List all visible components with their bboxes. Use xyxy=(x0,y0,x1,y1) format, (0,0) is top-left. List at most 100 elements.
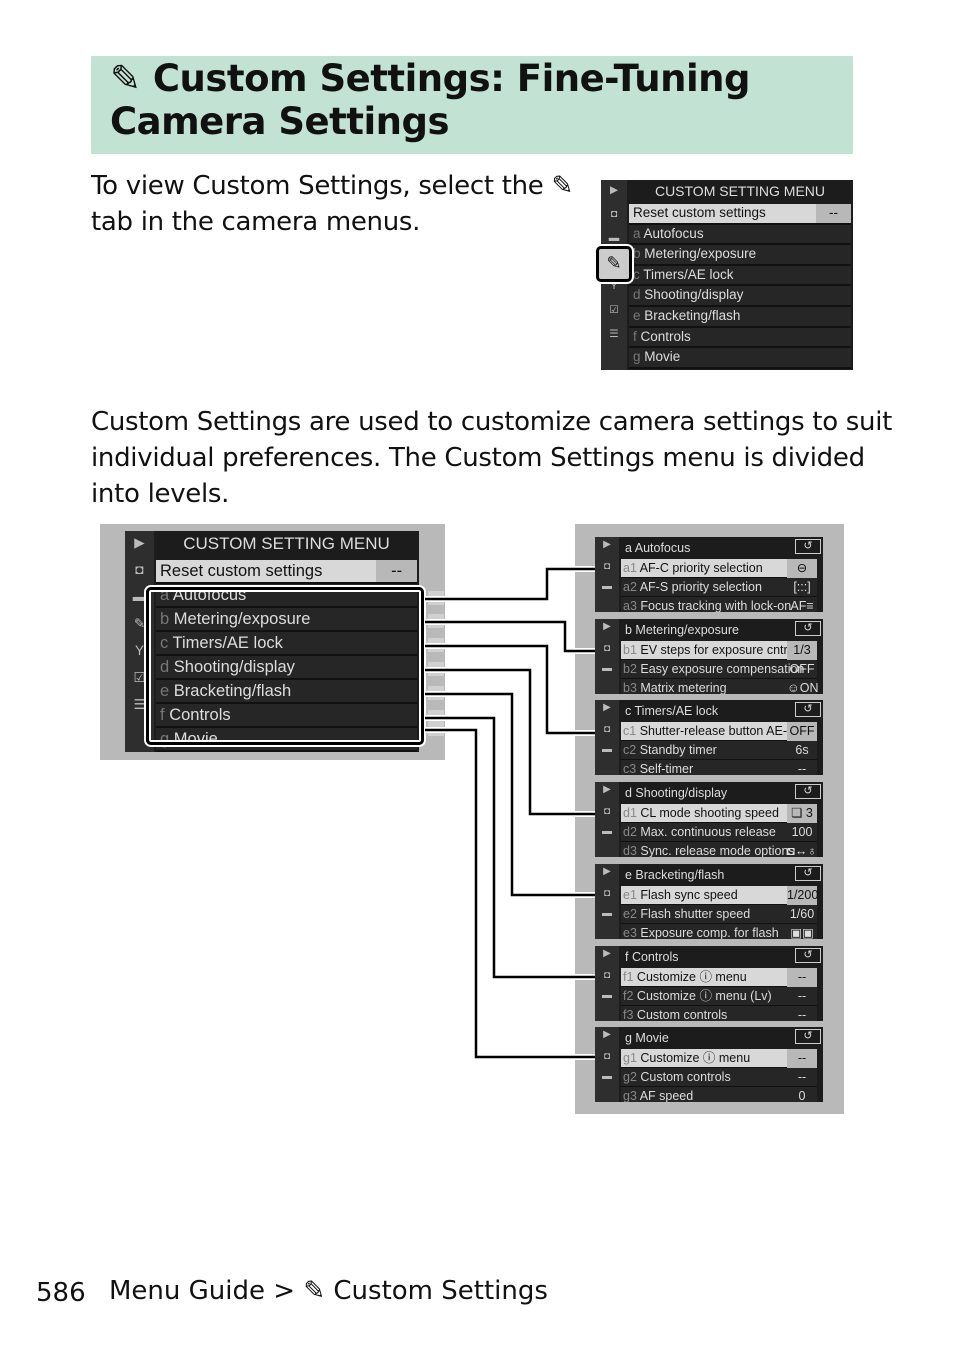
submenu-panel-g: ▶ ◘ ▬ g Movie ↺ g1 Customize ⓘ menu -- g2 Cust… xyxy=(595,1027,823,1102)
submenu-row-f1[interactable]: f1 Customize ⓘ menu -- xyxy=(621,968,817,987)
row-number: b3 xyxy=(623,681,637,694)
row-label: Custom controls xyxy=(640,1070,731,1084)
camera-icon: ◘ xyxy=(603,724,611,735)
movie-icon: ▬ xyxy=(602,1071,612,1082)
row-number: d1 xyxy=(623,806,637,820)
submenu-row-e1[interactable]: e1 Flash sync speed 1/200 xyxy=(621,886,818,905)
submenu-row-d3[interactable]: d3 Sync. release mode options ◘↔♁ xyxy=(621,842,817,857)
movie-icon: ▬ xyxy=(602,663,612,674)
back-icon[interactable]: ↺ xyxy=(795,866,821,881)
submenu-row-g3[interactable]: g3 AF speed 0 xyxy=(621,1087,817,1102)
submenu-row-c3[interactable]: c3 Self-timer -- xyxy=(621,760,817,775)
camera-icon: ◘ xyxy=(603,970,611,981)
row-value: ▣▣ xyxy=(790,926,814,939)
row-value: -- xyxy=(787,968,817,987)
submenu-row-b3[interactable]: b3 Matrix metering ☺ON xyxy=(621,679,819,694)
row-number: c3 xyxy=(623,762,637,775)
submenu-panel-b: ▶ ◘ ▬ b Metering/exposure ↺ b1 EV steps for … xyxy=(595,619,823,694)
submenu-row-b2[interactable]: b2 Easy exposure compensation OFF xyxy=(621,660,817,679)
row-number: d3 xyxy=(623,844,637,857)
row-value: -- xyxy=(797,989,807,1003)
playback-icon: ▶ xyxy=(603,539,611,550)
submenu-row-d2[interactable]: d2 Max. continuous release 100 xyxy=(621,823,817,842)
submenu-panel-d: ▶ ◘ ▬ d Shooting/display ↺ d1 CL mode shooti… xyxy=(595,782,823,857)
breadcrumb-separator: > xyxy=(273,1276,296,1306)
row-value: 100 xyxy=(791,825,813,839)
playback-icon: ▶ xyxy=(603,621,611,632)
panel-title: a Autofocus xyxy=(625,541,691,555)
connector-line-e xyxy=(425,691,595,898)
submenu-row-a2[interactable]: a2 AF-S priority selection [:::] xyxy=(621,578,817,597)
back-icon[interactable]: ↺ xyxy=(795,1029,821,1044)
panel-sidebar: ▶ ◘ ▬ xyxy=(595,537,619,612)
back-icon[interactable]: ↺ xyxy=(795,539,821,554)
row-number: b1 xyxy=(623,643,637,657)
page-number: 586 xyxy=(36,1278,86,1308)
submenu-row-f3[interactable]: f3 Custom controls -- xyxy=(621,1006,817,1021)
row-number: c1 xyxy=(623,724,637,738)
row-number: g2 xyxy=(623,1070,637,1084)
back-icon[interactable]: ↺ xyxy=(795,702,821,717)
back-icon[interactable]: ↺ xyxy=(795,621,821,636)
panel-sidebar: ▶ ◘ ▬ xyxy=(595,946,619,1021)
movie-icon: ▬ xyxy=(602,581,612,592)
submenu-row-f2[interactable]: f2 Customize ⓘ menu (Lv) -- xyxy=(621,987,817,1006)
row-label: CL mode shooting speed xyxy=(640,806,779,820)
back-icon[interactable]: ↺ xyxy=(795,948,821,963)
row-label: AF-S priority selection xyxy=(639,580,762,594)
panel-sidebar: ▶ ◘ ▬ xyxy=(595,782,619,857)
row-number: e3 xyxy=(623,926,637,939)
panel-sidebar: ▶ ◘ ▬ xyxy=(595,619,619,694)
movie-icon: ▬ xyxy=(602,744,612,755)
row-number: f1 xyxy=(623,970,634,984)
row-value: 0 xyxy=(798,1089,806,1102)
row-value: -- xyxy=(797,1070,807,1084)
submenu-row-c1[interactable]: c1 Shutter-release button AE-L OFF xyxy=(621,722,817,741)
row-label: Focus tracking with lock-on xyxy=(640,599,792,612)
row-label: EV steps for exposure cntrl xyxy=(640,643,791,657)
row-value: 1/3 xyxy=(787,641,817,660)
row-number: f3 xyxy=(623,1008,634,1021)
submenu-panel-f: ▶ ◘ ▬ f Controls ↺ f1 Customize ⓘ menu -- f2 C… xyxy=(595,946,823,1021)
movie-icon: ▬ xyxy=(602,908,612,919)
back-icon[interactable]: ↺ xyxy=(795,784,821,799)
submenu-row-e2[interactable]: e2 Flash shutter speed 1/60 xyxy=(621,905,817,924)
pencil-icon: ✎ xyxy=(303,1276,326,1306)
row-label: Max. continuous release xyxy=(640,825,776,839)
row-label: Matrix metering xyxy=(640,681,727,694)
row-number: g1 xyxy=(623,1051,637,1065)
row-value: -- xyxy=(787,1049,817,1068)
submenu-row-a1[interactable]: a1 AF-C priority selection ⊖ xyxy=(621,559,817,578)
submenu-row-a3[interactable]: a3 Focus tracking with lock-on AF≡ xyxy=(621,597,817,612)
playback-icon: ▶ xyxy=(603,1029,611,1040)
row-number: a2 xyxy=(623,580,637,594)
row-value: OFF xyxy=(787,722,817,741)
row-value: ☺ON xyxy=(787,681,819,694)
submenu-row-g1[interactable]: g1 Customize ⓘ menu -- xyxy=(621,1049,817,1068)
submenu-row-e3[interactable]: e3 Exposure comp. for flash ▣▣ xyxy=(621,924,817,939)
row-value: [:::] xyxy=(793,580,811,594)
submenu-row-c2[interactable]: c2 Standby timer 6s xyxy=(621,741,817,760)
submenu-row-g2[interactable]: g2 Custom controls -- xyxy=(621,1068,817,1087)
row-value: ◘↔♁ xyxy=(787,844,817,857)
row-number: a1 xyxy=(623,561,637,575)
breadcrumb-custom-settings[interactable]: Custom Settings xyxy=(333,1276,548,1306)
row-label: AF speed xyxy=(639,1089,694,1102)
submenu-row-b1[interactable]: b1 EV steps for exposure cntrl 1/3 xyxy=(621,641,817,660)
row-label: Self-timer xyxy=(639,762,694,775)
row-label: Shutter-release button AE-L xyxy=(639,724,794,738)
row-value: 1/60 xyxy=(789,907,815,921)
row-label: Standby timer xyxy=(639,743,717,757)
row-label: Exposure comp. for flash xyxy=(640,926,779,939)
connector-line-a xyxy=(425,567,595,601)
row-number: a3 xyxy=(623,599,637,612)
breadcrumb-menu-guide[interactable]: Menu Guide xyxy=(109,1276,265,1306)
submenu-row-d1[interactable]: d1 CL mode shooting speed ❏ 3 xyxy=(621,804,817,823)
row-number: d2 xyxy=(623,825,637,839)
row-label: Customize ⓘ menu xyxy=(636,970,747,984)
panel-sidebar: ▶ ◘ ▬ xyxy=(595,700,619,775)
panel-title: b Metering/exposure xyxy=(625,623,739,637)
camera-icon: ◘ xyxy=(603,643,611,654)
row-label: Flash shutter speed xyxy=(640,907,751,921)
row-value: 6s xyxy=(795,743,809,757)
